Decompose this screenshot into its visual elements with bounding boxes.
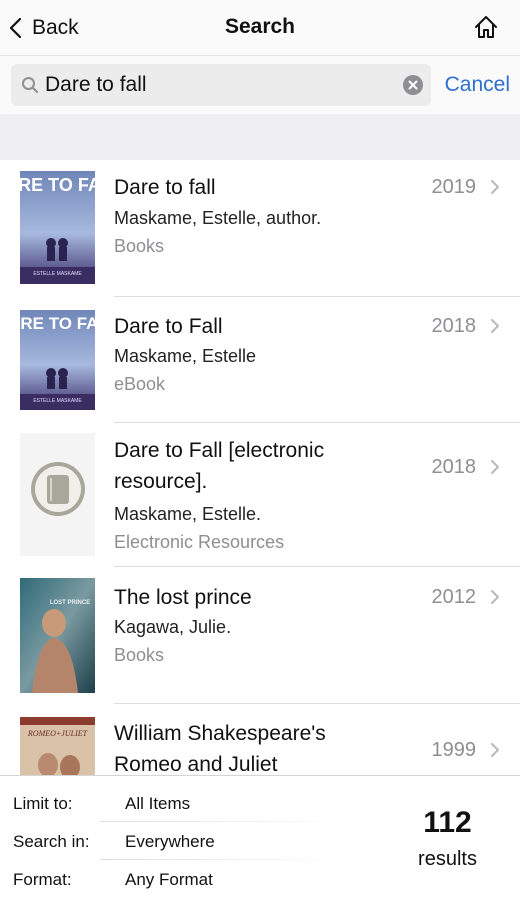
limit-filter[interactable]: Limit to: All Items	[0, 784, 350, 822]
book-cover-image: LOST PRINCE	[20, 578, 95, 693]
section-gap	[0, 114, 520, 160]
chevron-right-icon	[491, 590, 499, 604]
result-format: Books	[114, 236, 165, 256]
result-year: 2018	[431, 315, 477, 337]
result-year: 1999	[431, 739, 477, 761]
book-icon	[31, 462, 85, 516]
result-title: Dare to fall	[114, 176, 216, 199]
result-title: The lost prince	[114, 586, 252, 609]
limit-value[interactable]: All Items	[125, 794, 190, 814]
result-row[interactable]: Dare to Fall [electronic resource]. Mask…	[0, 423, 520, 567]
result-author: Kagawa, Julie.	[114, 617, 232, 637]
result-format: Electronic Resources	[114, 532, 285, 552]
chevron-right-icon	[491, 743, 499, 757]
book-cover-image: DARE TO FALL ESTELLE MASKAME	[20, 310, 95, 410]
result-year: 2018	[431, 456, 477, 478]
result-row[interactable]: DARE TO FALL ESTELLE MASKAME Dare to Fal…	[0, 297, 520, 423]
result-title: William Shakespeare's Romeo and Juliet	[114, 722, 326, 775]
result-title: Dare to Fall [electronic resource].	[114, 439, 325, 493]
search-in-filter[interactable]: Search in: Everywhere	[0, 822, 350, 860]
filter-footer: Limit to: All Items Search in: Everywher…	[0, 775, 520, 900]
search-icon	[22, 77, 38, 93]
limit-label: Limit to:	[13, 794, 73, 813]
result-format: Books	[114, 645, 165, 665]
result-count-label: results	[418, 848, 477, 870]
nav-bar: Back Search	[0, 0, 520, 56]
page-title: Search	[224, 15, 296, 38]
format-filter[interactable]: Format: Any Format	[0, 860, 350, 898]
result-year: 2012	[431, 586, 477, 608]
chevron-right-icon	[491, 460, 499, 474]
cover-author: ESTELLE MASKAME	[33, 271, 82, 277]
clear-icon[interactable]	[403, 75, 423, 95]
search-field[interactable]	[11, 64, 431, 106]
search-in-label: Search in:	[13, 832, 90, 851]
book-cover-image: ROMEO+JULIET	[20, 717, 95, 775]
home-icon[interactable]	[472, 13, 500, 41]
result-format: eBook	[114, 374, 166, 394]
format-label: Format:	[13, 870, 72, 889]
result-row[interactable]: DARE TO FALL ESTELLE MASKAME Dare to fal…	[0, 160, 520, 297]
result-author: Maskame, Estelle.	[114, 504, 262, 524]
result-count: 112	[423, 806, 472, 839]
result-title: Dare to Fall	[114, 315, 223, 338]
search-input[interactable]	[45, 64, 395, 106]
search-in-value[interactable]: Everywhere	[125, 832, 215, 852]
result-author: Maskame, Estelle, author.	[114, 208, 322, 228]
cancel-button[interactable]: Cancel	[445, 73, 510, 97]
result-year: 2019	[431, 176, 477, 198]
format-value[interactable]: Any Format	[125, 870, 213, 890]
book-cover-image: DARE TO FALL ESTELLE MASKAME	[20, 171, 95, 284]
cover-author: ESTELLE MASKAME	[33, 398, 82, 404]
cover-text: DARE TO FALL	[20, 175, 95, 195]
cover-text: LOST PRINCE	[50, 600, 90, 606]
result-row[interactable]: ROMEO+JULIET William Shakespeare's Romeo…	[0, 704, 520, 775]
cover-text: ROMEO+JULIET	[27, 729, 88, 738]
result-row[interactable]: LOST PRINCE The lost prince Kagawa, Juli…	[0, 567, 520, 704]
cover-text: DARE TO FALL	[20, 314, 95, 333]
result-author: Maskame, Estelle	[114, 346, 257, 366]
search-bar: Cancel	[0, 56, 520, 114]
chevron-right-icon	[491, 180, 499, 194]
chevron-right-icon	[491, 319, 499, 333]
results-list: DARE TO FALL ESTELLE MASKAME Dare to fal…	[0, 160, 520, 775]
